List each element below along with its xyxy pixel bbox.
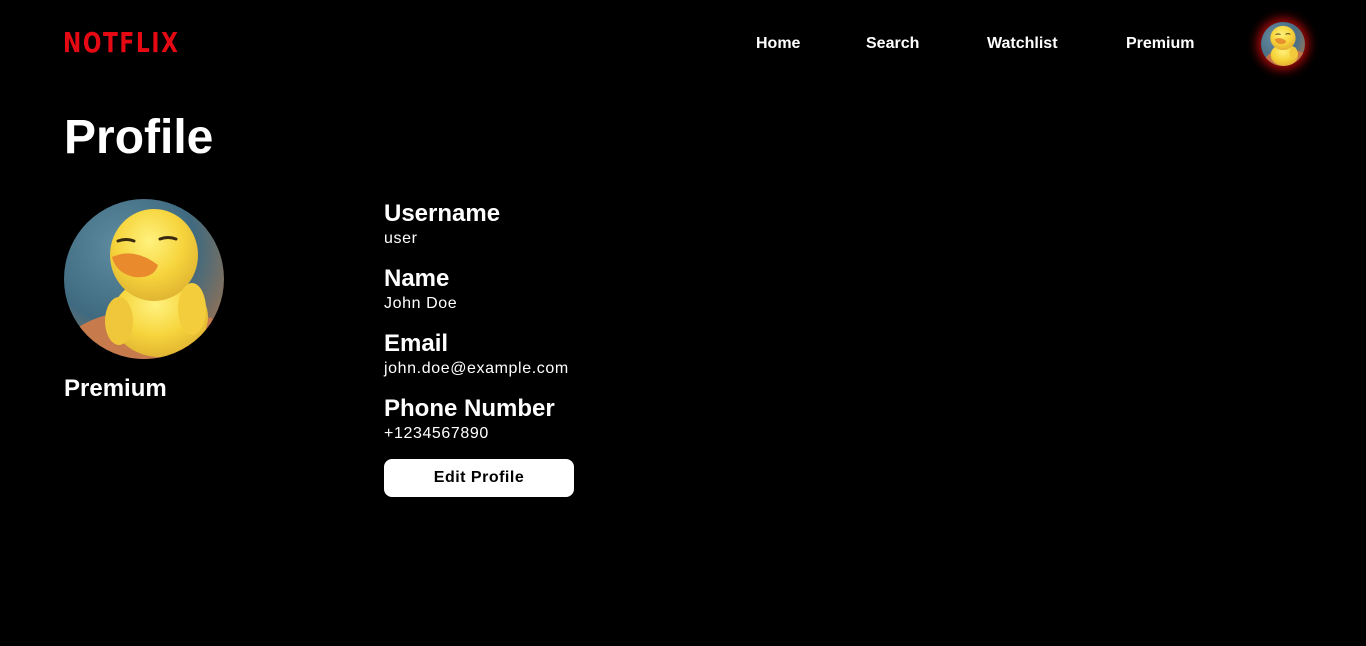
username-field: Username user — [384, 199, 784, 264]
profile-avatar — [64, 199, 224, 359]
field-value: user — [384, 230, 418, 247]
nav-item-watchlist[interactable]: Watchlist — [987, 34, 1058, 54]
field-label: Name — [384, 265, 450, 292]
field-value: john.doe@example.com — [384, 360, 569, 377]
page-title: Profile — [64, 111, 214, 164]
nav-item-home[interactable]: Home — [756, 34, 800, 54]
profile-details: Username user Name John Doe Email john.d… — [384, 199, 784, 459]
field-value: John Doe — [384, 295, 458, 312]
header-avatar-button[interactable] — [1261, 22, 1305, 66]
phone-field: Phone Number +1234567890 — [384, 394, 784, 459]
edit-profile-button[interactable]: Edit Profile — [384, 459, 574, 497]
nav-item-premium[interactable]: Premium — [1126, 34, 1194, 54]
profile-page: NOTFLIX Home Search Watchlist Premium Pr… — [0, 0, 1366, 646]
name-field: Name John Doe — [384, 264, 784, 329]
field-label: Email — [384, 330, 449, 357]
field-label: Phone Number — [384, 395, 555, 422]
field-value: +1234567890 — [384, 425, 489, 442]
notflix-logo[interactable]: NOTFLIX — [63, 26, 179, 60]
duck-avatar-icon — [1261, 22, 1305, 66]
duck-avatar-icon — [64, 199, 224, 359]
email-field: Email john.doe@example.com — [384, 329, 784, 394]
field-label: Username — [384, 200, 501, 227]
membership-tier: Premium — [64, 375, 167, 402]
top-navbar: NOTFLIX Home Search Watchlist Premium — [0, 0, 1366, 88]
nav-item-search[interactable]: Search — [866, 34, 919, 54]
